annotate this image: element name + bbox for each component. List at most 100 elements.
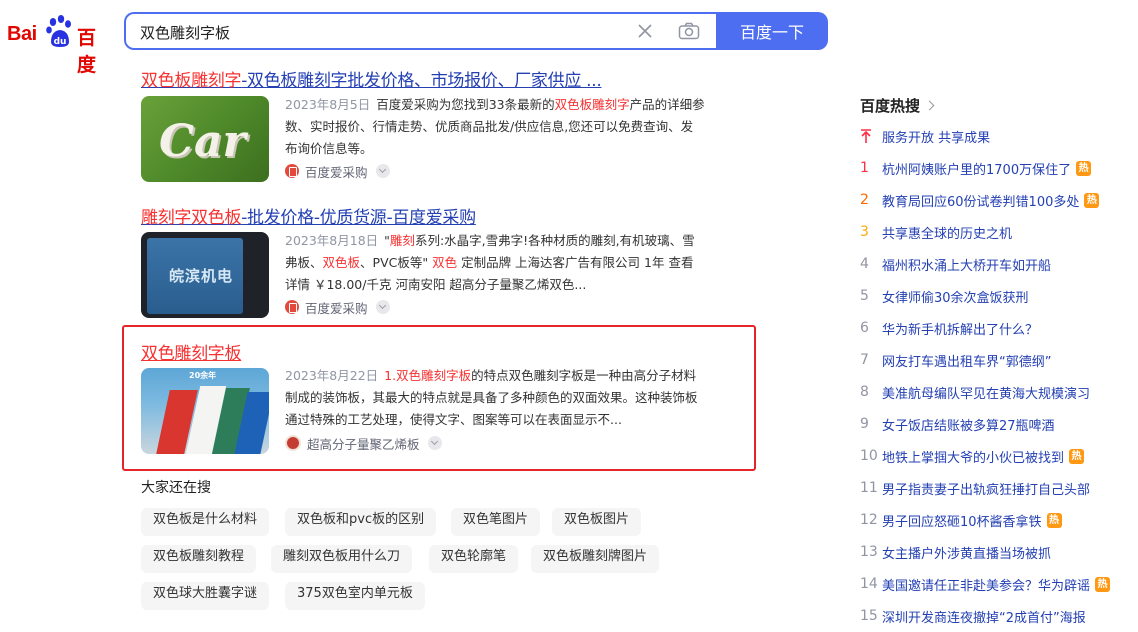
snippet-highlight: 双色板 <box>322 255 361 270</box>
hot-rank: 12 <box>860 512 878 528</box>
hot-item[interactable]: 5 女律师偷30余次盒饭获刑 <box>860 286 1029 306</box>
hot-rank: 10 <box>860 448 878 464</box>
chevron-right-icon <box>924 100 935 111</box>
result-title-link[interactable]: 雕刻字双色板-批发价格-优质货源-百度爱采购 <box>141 203 721 228</box>
hot-item[interactable]: 12 男子回应怒砸10杯酱香拿铁 热 <box>860 510 1062 530</box>
search-box <box>124 12 718 50</box>
related-searches-title: 大家还在搜 <box>141 480 211 496</box>
hot-item-text: 女子饭店结账被多算27瓶啤酒 <box>882 418 1055 434</box>
chevron-down-icon[interactable] <box>427 436 442 450</box>
hot-item[interactable]: 8 美准航母编队罕见在黄海大规模演习 <box>860 382 1090 402</box>
hot-rank: 2 <box>860 192 869 208</box>
snippet-text: 1. <box>384 368 397 383</box>
pin-top-icon <box>861 129 871 143</box>
hot-item[interactable]: 13 女主播户外涉黄直播当场被抓 <box>860 542 1051 562</box>
chevron-down-icon[interactable] <box>375 300 390 314</box>
hot-rank: 8 <box>860 384 869 400</box>
hot-search-title: 百度热搜 <box>860 97 921 115</box>
snippet-highlight: 雕刻 <box>389 233 415 248</box>
source-name: 超高分子量聚乙烯板 <box>307 436 420 452</box>
result-date: 2023年8月5日 <box>285 97 371 112</box>
hot-item[interactable]: 9 女子饭店结账被多算27瓶啤酒 <box>860 414 1055 434</box>
hot-item-text: 美准航母编队罕见在黄海大规模演习 <box>882 386 1091 402</box>
thumbnail-text: Car <box>159 116 246 167</box>
hot-item[interactable]: 3 共享惠全球的历史之机 <box>860 222 1012 242</box>
result-date: 2023年8月22日 <box>285 368 379 383</box>
related-search-chip[interactable]: 双色笔图片 <box>451 508 541 536</box>
snippet-highlight: 双色雕刻字板 <box>396 368 472 383</box>
result-thumbnail[interactable]: 20余年 <box>141 368 269 454</box>
hot-item[interactable]: 10 地铁上掌掴大爷的小伙已被找到 热 <box>860 446 1085 466</box>
hot-rank: 7 <box>860 352 869 368</box>
title-highlight: 雕刻字双色板 <box>141 208 242 228</box>
related-search-chip[interactable]: 双色板图片 <box>552 508 642 536</box>
related-search-chip[interactable]: 双色板雕刻教程 <box>141 545 257 573</box>
result-source[interactable]: 超高分子量聚乙烯板 <box>285 434 442 452</box>
baidu-logo[interactable]: Bai du 百度 <box>7 14 109 76</box>
close-icon[interactable] <box>636 22 654 40</box>
result-snippet: 2023年8月22日 1.双色雕刻字板的特点双色雕刻字板是一种由高分子材料制成的装… <box>285 365 705 431</box>
result-thumbnail[interactable]: Car <box>141 96 269 182</box>
hot-rank: 3 <box>860 224 869 240</box>
search-result: 双色雕刻字板 <box>141 339 721 364</box>
search-result: 双色板雕刻字-双色板雕刻字批发价格、市场报价、厂家供应 ... <box>141 66 721 91</box>
hot-item-text: 教育局回应60份试卷判错100多处 <box>882 194 1080 210</box>
related-search-chip[interactable]: 双色球大胜囊字谜 <box>141 582 270 610</box>
result-date: 2023年8月18日 <box>285 233 379 248</box>
title-text: -批发价格-优质货源-百度爱采购 <box>241 208 476 228</box>
related-search-chip[interactable]: 双色轮廓笔 <box>429 545 519 573</box>
hot-item-text: 网友打车遇出租车界“郭德纲” <box>882 354 1052 370</box>
result-source[interactable]: 百度爱采购 <box>285 162 390 180</box>
logo-text: 百度 <box>77 27 96 76</box>
hot-item[interactable]: 6 华为新手机拆解出了什么？ <box>860 318 1038 338</box>
hot-search-header[interactable]: 百度热搜 <box>860 95 935 116</box>
hot-item[interactable]: 11 男子指责妻子出轨疯狂捶打自己头部 <box>860 478 1090 498</box>
hot-item[interactable]: 4 福州积水涌上大桥开车如开船 <box>860 254 1051 274</box>
hot-badge: 热 <box>1095 576 1111 592</box>
title-highlight: 双色板雕刻字 <box>141 71 242 91</box>
hot-item-text: 女律师偷30余次盒饭获刑 <box>882 290 1029 306</box>
hot-badge: 热 <box>1084 192 1100 208</box>
source-name: 百度爱采购 <box>305 300 368 316</box>
hot-item[interactable]: 服务开放 共享成果 <box>860 126 990 146</box>
related-search-chip[interactable]: 双色板雕刻牌图片 <box>531 545 660 573</box>
related-search-chip[interactable]: 375双色室内单元板 <box>285 582 425 610</box>
related-search-chip[interactable]: 双色板是什么材料 <box>141 508 270 536</box>
title-text: -双色板雕刻字批发价格、市场报价、厂家供应 ... <box>241 71 602 91</box>
search-result: 雕刻字双色板-批发价格-优质货源-百度爱采购 <box>141 203 721 228</box>
hot-rank: 9 <box>860 416 869 432</box>
hot-badge: 热 <box>1069 448 1085 464</box>
hot-item[interactable]: 14 美国邀请任正非赴美参会？华为辟谣 热 <box>860 574 1111 594</box>
hot-item-text: 男子回应怒砸10杯酱香拿铁 <box>882 514 1042 530</box>
hot-rank: 4 <box>860 256 869 272</box>
result-title-link[interactable]: 双色板雕刻字-双色板雕刻字批发价格、市场报价、厂家供应 ... <box>141 66 721 91</box>
hot-rank: 5 <box>860 288 869 304</box>
result-title-link[interactable]: 双色雕刻字板 <box>141 339 721 364</box>
related-search-chip[interactable]: 双色板和pvc板的区别 <box>285 508 437 536</box>
result-source[interactable]: 百度爱采购 <box>285 298 390 316</box>
thumbnail-text: 20余年 <box>189 371 217 380</box>
hot-rank: 6 <box>860 320 869 336</box>
hot-rank: 13 <box>860 544 878 560</box>
hot-rank: 1 <box>860 160 869 176</box>
snippet-highlight: 双色 <box>432 255 458 270</box>
hot-item[interactable]: 2 教育局回应60份试卷判错100多处 热 <box>860 190 1100 210</box>
camera-icon[interactable] <box>678 22 700 40</box>
hot-rank: 15 <box>860 608 878 624</box>
search-input[interactable] <box>140 21 620 43</box>
hot-item-text: 深圳开发商连夜撤掉“2成首付”海报 <box>882 610 1086 626</box>
related-search-chip[interactable]: 雕刻双色板用什么刀 <box>271 545 413 573</box>
chevron-down-icon[interactable] <box>375 164 390 178</box>
hot-item[interactable]: 15 深圳开发商连夜撤掉“2成首付”海报 <box>860 606 1086 626</box>
hot-item-text: 美国邀请任正非赴美参会？华为辟谣 <box>882 578 1091 594</box>
result-thumbnail[interactable]: 皖滨机电 <box>141 232 269 318</box>
hot-item-text: 福州积水涌上大桥开车如开船 <box>882 258 1052 274</box>
snippet-text: 、PVC板等" <box>360 255 433 270</box>
hot-badge: 热 <box>1076 160 1092 176</box>
hot-item[interactable]: 7 网友打车遇出租车界“郭德纲” <box>860 350 1051 370</box>
site-avatar-icon <box>285 435 301 451</box>
hot-item-text: 男子指责妻子出轨疯狂捶打自己头部 <box>882 482 1091 498</box>
hot-item[interactable]: 1 杭州阿姨账户里的1700万保住了 热 <box>860 158 1092 178</box>
search-button[interactable]: 百度一下 <box>716 12 828 50</box>
hot-item-text: 地铁上掌掴大爷的小伙已被找到 <box>882 450 1065 466</box>
